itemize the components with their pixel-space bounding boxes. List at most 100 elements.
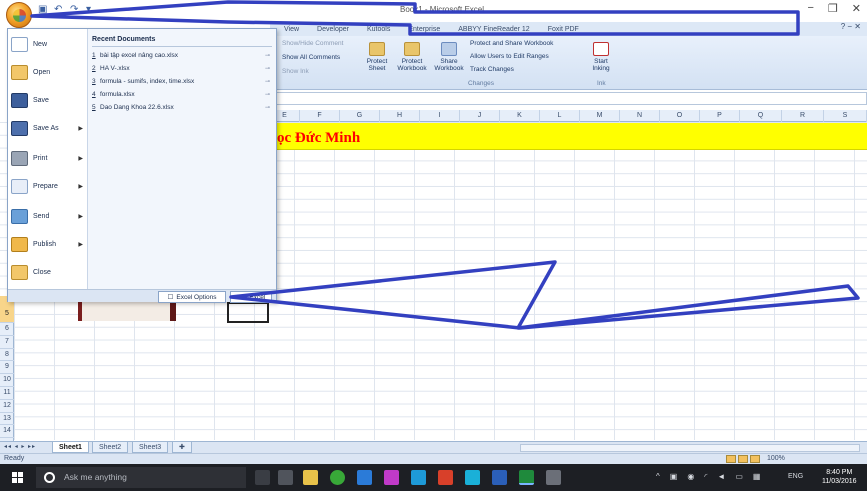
notification-icon[interactable]: ▭ xyxy=(735,472,743,481)
start-inking-button[interactable]: Start Inking xyxy=(588,42,614,72)
system-clock[interactable]: 8:40 PM 11/03/2016 xyxy=(822,468,857,486)
protect-workbook-button[interactable]: Protect Workbook xyxy=(394,42,430,72)
office-button[interactable] xyxy=(6,2,32,28)
row-header[interactable]: 14 xyxy=(0,425,14,439)
row-header[interactable]: 6 xyxy=(0,323,14,336)
page-break-icon[interactable] xyxy=(750,455,760,463)
customize-icon[interactable]: ▾ xyxy=(86,4,97,15)
column-header[interactable]: S xyxy=(824,110,867,122)
column-header[interactable]: K xyxy=(500,110,540,122)
pin-icon[interactable]: ⊸ xyxy=(265,104,270,111)
close-button[interactable]: ✕ xyxy=(852,2,861,15)
menu-prepare[interactable]: Prepare ▶ xyxy=(11,175,87,197)
column-header[interactable]: O xyxy=(660,110,700,122)
tab-abbyy[interactable]: ABBYY FineReader 12 xyxy=(458,26,529,33)
menu-send[interactable]: Send ▶ xyxy=(11,205,87,227)
column-header[interactable]: H xyxy=(380,110,420,122)
horizontal-scrollbar[interactable] xyxy=(520,444,860,452)
windows-start-icon[interactable] xyxy=(12,472,23,483)
file-explorer-icon[interactable] xyxy=(303,470,318,485)
photos-icon[interactable] xyxy=(411,470,426,485)
restore-button[interactable]: ❐ xyxy=(828,2,838,15)
row-header[interactable]: 9 xyxy=(0,361,14,375)
sheet-tab[interactable]: Sheet2 xyxy=(92,442,129,453)
column-header[interactable]: M xyxy=(580,110,620,122)
save-icon[interactable]: ▣ xyxy=(38,4,49,15)
menu-new[interactable]: New xyxy=(11,33,87,55)
minimize-button[interactable]: − xyxy=(807,2,813,15)
protect-share-button[interactable]: Protect and Share Workbook xyxy=(470,40,553,47)
menu-publish[interactable]: Publish ▶ xyxy=(11,233,87,255)
onenote-icon[interactable] xyxy=(384,470,399,485)
row-header[interactable]: 13 xyxy=(0,413,14,426)
column-header[interactable]: R xyxy=(782,110,824,122)
excel-options-button[interactable]: ☐ Excel Options xyxy=(158,291,226,303)
allow-users-button[interactable]: Allow Users to Edit Ranges xyxy=(470,53,549,60)
row-header[interactable]: 10 xyxy=(0,374,14,387)
row-header[interactable]: 8 xyxy=(0,349,14,362)
media-player-icon[interactable] xyxy=(357,470,372,485)
sheet-nav-arrows[interactable]: ◂◂ ◂ ▸ ▸▸ xyxy=(4,443,36,450)
page-layout-icon[interactable] xyxy=(738,455,748,463)
keyboard-icon[interactable]: ▦ xyxy=(753,472,761,481)
column-header[interactable]: F xyxy=(300,110,340,122)
show-all-comments-button[interactable]: Show All Comments xyxy=(282,54,340,61)
menu-close[interactable]: Close xyxy=(11,261,87,283)
zoom-level[interactable]: 100% xyxy=(767,455,785,462)
pin-icon[interactable]: ⊸ xyxy=(265,52,270,59)
volume-icon[interactable]: ◄ xyxy=(717,472,725,481)
menu-print[interactable]: Print ▶ xyxy=(11,147,87,169)
normal-view-icon[interactable] xyxy=(726,455,736,463)
powerpoint-icon[interactable] xyxy=(438,470,453,485)
show-hide-comment-button[interactable]: Show/Hide Comment xyxy=(282,40,343,47)
language-indicator[interactable]: ENG xyxy=(788,473,803,480)
exit-excel-button[interactable]: Exit Excel xyxy=(230,291,272,303)
help-icon[interactable]: ? − ✕ xyxy=(841,22,861,31)
recent-document-item[interactable]: 2 HA V-.xlsx ⊸ xyxy=(92,65,274,76)
app-tray-icon[interactable]: ▣ xyxy=(670,472,678,481)
tab-enterprise[interactable]: Enterprise xyxy=(408,26,440,33)
menu-save[interactable]: Save xyxy=(11,89,87,111)
recent-document-item[interactable]: 3 formula - sumifs, index, time.xlsx ⊸ xyxy=(92,78,274,89)
embedded-image[interactable] xyxy=(78,302,176,321)
recent-document-item[interactable]: 5 Dao Dang Khoa 22.6.xlsx ⊸ xyxy=(92,104,274,115)
active-cell[interactable] xyxy=(227,302,269,323)
menu-save-as[interactable]: Save As ▶ xyxy=(11,117,87,139)
sheet-tab[interactable]: Sheet1 xyxy=(52,442,89,453)
network-icon[interactable]: ◉ xyxy=(687,472,694,481)
wifi-icon[interactable]: ◜ xyxy=(704,472,707,481)
tab-developer[interactable]: Developer xyxy=(317,26,349,33)
column-header[interactable]: I xyxy=(420,110,460,122)
pin-icon[interactable]: ⊸ xyxy=(265,91,270,98)
tab-view[interactable]: View xyxy=(284,26,299,33)
formula-bar[interactable] xyxy=(270,92,867,105)
recent-document-item[interactable]: 4 formula.xlsx ⊸ xyxy=(92,91,274,102)
task-view-icon[interactable] xyxy=(278,470,293,485)
settings-tool-icon[interactable] xyxy=(546,470,561,485)
pin-icon[interactable]: ⊸ xyxy=(265,65,270,72)
skype-icon[interactable] xyxy=(465,470,480,485)
row-header[interactable]: 7 xyxy=(0,336,14,349)
insert-sheet-tab[interactable]: ✚ xyxy=(172,442,192,453)
show-ink-button[interactable]: Show Ink xyxy=(282,68,309,75)
column-header[interactable]: J xyxy=(460,110,500,122)
track-changes-button[interactable]: Track Changes xyxy=(470,66,514,73)
column-header[interactable]: Q xyxy=(740,110,782,122)
column-header[interactable]: N xyxy=(620,110,660,122)
recent-document-item[interactable]: 1 bài tập excel nâng cao.xlsx ⊸ xyxy=(92,52,274,63)
tab-kutools[interactable]: Kutools xyxy=(367,26,390,33)
redo-icon[interactable]: ↷ xyxy=(70,4,81,15)
column-header[interactable]: G xyxy=(340,110,380,122)
row-header[interactable]: 11 xyxy=(0,387,14,400)
chrome-icon[interactable] xyxy=(330,470,345,485)
sheet-tab[interactable]: Sheet3 xyxy=(132,442,169,453)
share-workbook-button[interactable]: Share Workbook xyxy=(434,42,464,72)
protect-sheet-button[interactable]: Protect Sheet xyxy=(362,42,392,72)
menu-open[interactable]: Open xyxy=(11,61,87,83)
row-header[interactable]: 12 xyxy=(0,400,14,413)
word-icon[interactable] xyxy=(492,470,507,485)
taskbar-search[interactable]: Ask me anything xyxy=(36,467,246,488)
excel-icon[interactable] xyxy=(519,470,534,485)
microphone-icon[interactable] xyxy=(255,470,270,485)
chevron-up-icon[interactable]: ^ xyxy=(656,472,660,481)
